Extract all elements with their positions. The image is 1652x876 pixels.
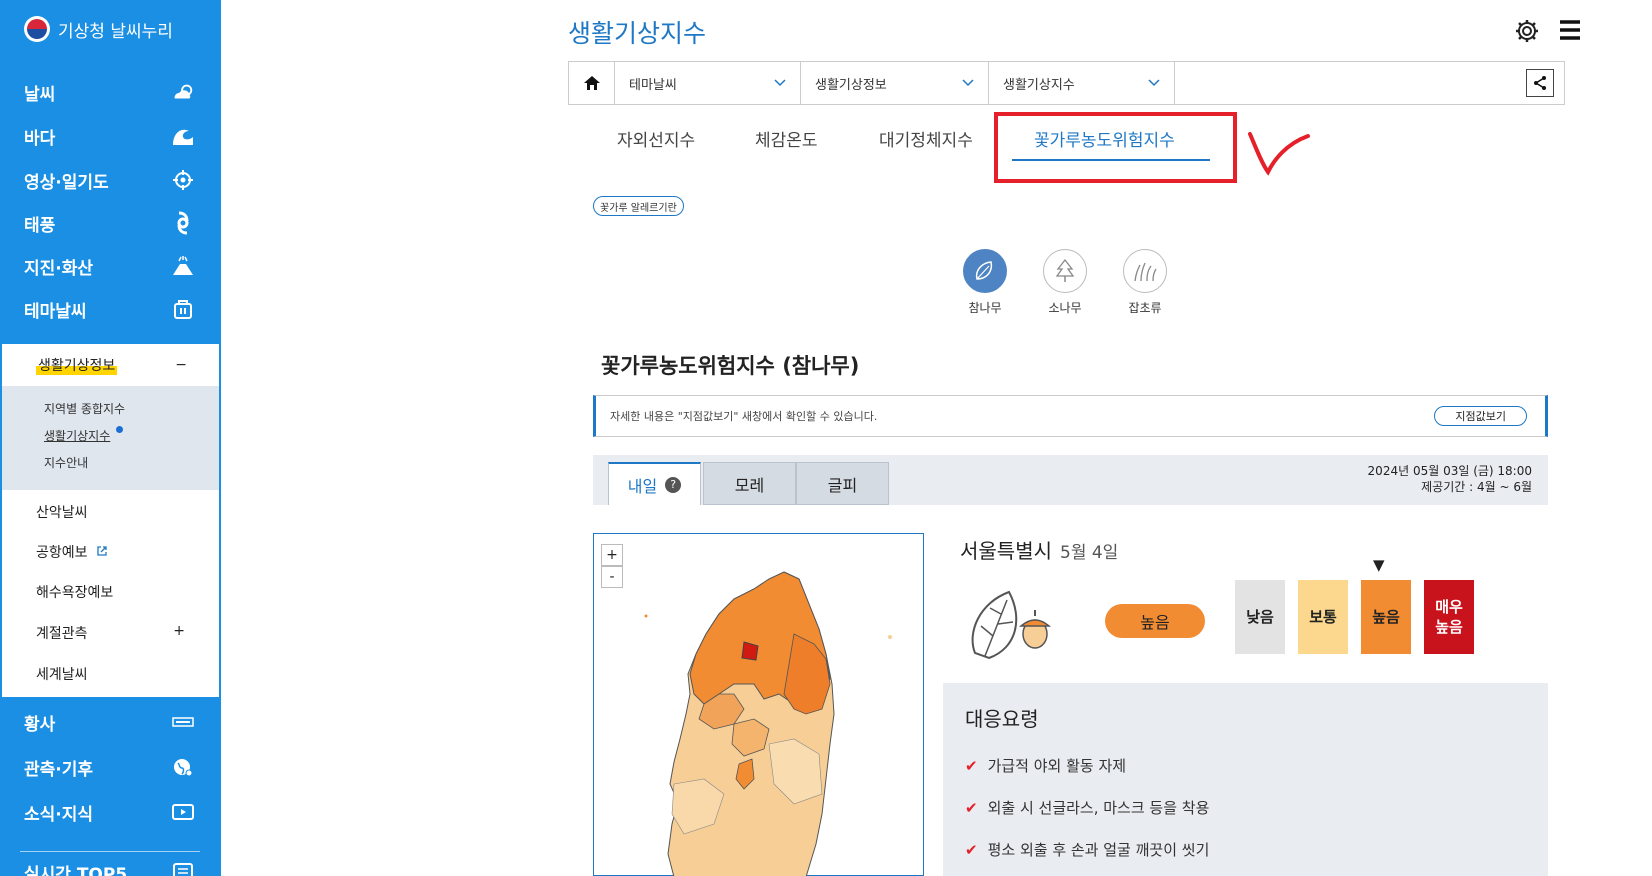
oak-leaf-acorn-icon (971, 590, 1052, 660)
submenu-link-life-weather-index[interactable]: 생활기상지수 (44, 427, 110, 444)
sidebar-item-yellow-dust[interactable]: 황사 (0, 700, 221, 744)
breadcrumb: 테마날씨 생활기상정보 생활기상지수 (568, 61, 1565, 105)
check-icon: ✔ (965, 798, 978, 817)
share-icon (1534, 76, 1546, 90)
plant-pine[interactable]: 소나무 (1040, 249, 1090, 316)
current-level-badge: 높음 (1105, 604, 1205, 638)
sidebar-item-sea[interactable]: 바다 (0, 114, 221, 158)
chevron-down-icon (1148, 79, 1160, 87)
tab-air-stagnation[interactable]: 대기정체지수 (879, 126, 973, 151)
tab-sensible-temperature[interactable]: 체감온도 (755, 126, 818, 151)
submenu-item-mountain[interactable]: 산악날씨 (36, 502, 88, 522)
scale-low: 낮음 (1235, 580, 1285, 654)
submenu-theme-weather: 생활기상정보 − 지역별 종합지수 생활기상지수 지수안내 산악날씨 공항예보 … (2, 344, 219, 697)
pollen-allergy-badge[interactable]: 꽃가루 알레르기란 (593, 196, 684, 216)
plant-weeds[interactable]: 잡초류 (1120, 249, 1170, 316)
current-level-arrow-icon: ▼ (1373, 556, 1385, 574)
submenu-link-regional-index[interactable]: 지역별 종합지수 (44, 400, 125, 417)
response-item: ✔ 가급적 야외 활동 자제 (965, 756, 1127, 776)
play-icon (171, 800, 195, 824)
submenu-item-life-weather-info[interactable]: 생활기상정보 − (2, 344, 219, 386)
oak-leaf-icon (963, 249, 1007, 293)
day-tab-two-days-after[interactable]: 글피 (796, 462, 889, 505)
section-title: 꽃가루농도위험지수 (참나무) (601, 354, 860, 378)
issued-time: 2024년 05월 03일 (금) 18:00 (1367, 464, 1532, 478)
sidebar-item-imagery[interactable]: 영상·일기도 (0, 158, 221, 202)
collapse-icon[interactable]: − (175, 357, 187, 373)
scale-very-high: 매우 높음 (1424, 580, 1474, 654)
page-title: 생활기상지수 (568, 19, 707, 48)
external-link-icon (97, 546, 107, 556)
breadcrumb-select-page[interactable]: 생활기상지수 (989, 62, 1175, 104)
response-guide: 대응요령 ✔ 가급적 야외 활동 자제 ✔ 외출 시 선글라스, 마스크 등을 착용… (943, 683, 1548, 876)
gear-icon[interactable] (1514, 18, 1540, 48)
bag-icon (171, 297, 195, 321)
submenu-item-airport[interactable]: 공항예보 (36, 542, 108, 562)
response-title: 대응요령 (965, 707, 1039, 731)
dust-icon (171, 710, 195, 734)
service-period: 제공기간 : 4월 ~ 6월 (1421, 480, 1532, 494)
submenu-group: 지역별 종합지수 생활기상지수 지수안내 (2, 386, 219, 490)
region-heading: 서울특별시 5월 4일 (960, 535, 1118, 564)
volcano-icon (171, 254, 195, 278)
crosshair-icon (171, 168, 195, 192)
logo[interactable]: 기상청 날씨누리 (24, 16, 173, 42)
submenu-item-beach[interactable]: 해수욕장예보 (36, 582, 113, 602)
sidebar-item-typhoon[interactable]: 태풍 (0, 201, 221, 245)
pollen-map[interactable]: + - (593, 533, 924, 876)
region-date: 5월 4일 (1060, 543, 1119, 563)
top-icons (1514, 18, 1582, 48)
cloud-sun-icon (171, 80, 195, 104)
day-tab-tomorrow[interactable]: 내일 ? (608, 462, 701, 505)
plant-oak[interactable]: 참나무 (960, 249, 1010, 316)
home-button[interactable] (569, 62, 615, 104)
scale-high: 높음 (1361, 580, 1411, 654)
globe-icon (171, 755, 195, 779)
response-item: ✔ 외출 시 선글라스, 마스크 등을 착용 (965, 798, 1210, 818)
info-text: 자세한 내용은 "지점값보기" 새창에서 확인할 수 있습니다. (610, 410, 878, 423)
sidebar-item-weather[interactable]: 날씨 (0, 70, 221, 114)
annotation-check-icon (1248, 132, 1310, 176)
annotation-highlight-box (994, 112, 1237, 183)
scale-normal: 보통 (1298, 580, 1348, 654)
sidebar: 기상청 날씨누리 날씨 바다 영상·일기도 태풍 지진·화산 테마날씨 생활기상… (0, 0, 221, 876)
sidebar-item-news[interactable]: 소식·지식 (0, 790, 221, 834)
day-tab-day-after[interactable]: 모레 (703, 462, 796, 505)
submenu-item-seasonal[interactable]: 계절관측 (36, 623, 88, 643)
response-item: ✔ 평소 외출 후 손과 얼굴 깨끗이 씻기 (965, 840, 1210, 860)
wave-icon (171, 124, 195, 148)
view-point-values-button[interactable]: 지점값보기 (1434, 406, 1527, 426)
submenu-item-world[interactable]: 세계날씨 (36, 664, 88, 684)
sidebar-item-observation[interactable]: 관측·기후 (0, 745, 221, 789)
chevron-down-icon (774, 79, 786, 87)
region-name: 서울특별시 (960, 539, 1052, 563)
info-notice: 자세한 내용은 "지점값보기" 새창에서 확인할 수 있습니다. 지점값보기 (593, 395, 1548, 437)
check-icon: ✔ (965, 840, 978, 859)
breadcrumb-select-category[interactable]: 생활기상정보 (801, 62, 989, 104)
pine-tree-icon (1043, 249, 1087, 293)
tab-uv-index[interactable]: 자외선지수 (617, 126, 695, 151)
grass-icon (1123, 249, 1167, 293)
taegeuk-logo-icon (24, 16, 50, 42)
active-dot-icon (116, 426, 123, 433)
sidebar-item-earthquake[interactable]: 지진·화산 (0, 244, 221, 288)
home-icon (583, 76, 600, 90)
check-icon: ✔ (965, 756, 978, 775)
sidebar-item-theme-weather[interactable]: 테마날씨 (0, 287, 221, 331)
day-tab-bar: 내일 ? 모레 글피 2024년 05월 03일 (금) 18:00 제공기간 … (593, 455, 1548, 505)
hamburger-menu-icon[interactable] (1558, 18, 1582, 48)
help-icon[interactable]: ? (665, 476, 682, 493)
submenu-link-index-guide[interactable]: 지수안내 (44, 454, 88, 471)
expand-icon[interactable]: + (173, 623, 185, 639)
typhoon-icon (171, 211, 195, 235)
list-icon (171, 860, 195, 876)
breadcrumb-select-theme[interactable]: 테마날씨 (615, 62, 801, 104)
date-info: 2024년 05월 03일 (금) 18:00 제공기간 : 4월 ~ 6월 (1368, 463, 1532, 495)
sidebar-item-top5[interactable]: 실시간 TOP5 (0, 850, 221, 876)
korea-map-image (644, 571, 892, 876)
chevron-down-icon (962, 79, 974, 87)
share-button[interactable] (1526, 69, 1554, 97)
page-root: 기상청 날씨누리 날씨 바다 영상·일기도 태풍 지진·화산 테마날씨 생활기상… (0, 0, 1652, 876)
logo-text: 기상청 날씨누리 (58, 21, 173, 42)
